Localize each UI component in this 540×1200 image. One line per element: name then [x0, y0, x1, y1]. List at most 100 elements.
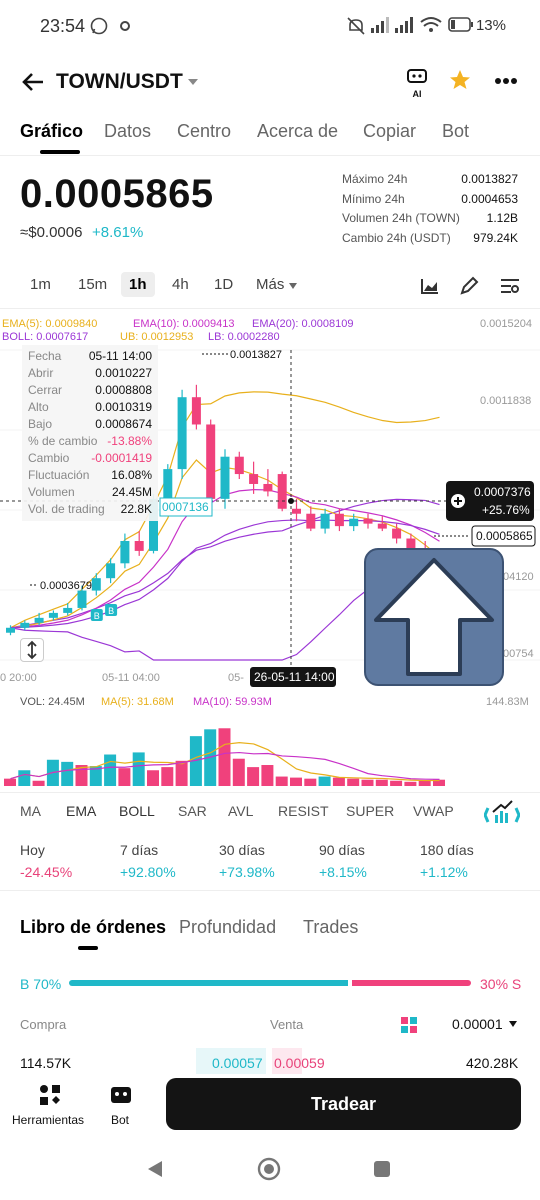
indicator-resist[interactable]: RESIST	[278, 803, 329, 819]
candle-body[interactable]	[377, 523, 387, 529]
candle-body[interactable]	[77, 590, 87, 608]
pair-title[interactable]: TOWN/USDT	[56, 70, 183, 94]
candle-body[interactable]	[48, 612, 58, 618]
tab-grafico[interactable]: Gráfico	[20, 121, 83, 142]
volume-bar[interactable]	[132, 752, 145, 786]
volume-bar[interactable]	[61, 761, 74, 786]
chart-resize-handle[interactable]	[20, 638, 44, 662]
indicator-vwap[interactable]: VWAP	[413, 803, 454, 819]
volume-bar[interactable]	[304, 778, 317, 786]
ai-indicator-icon[interactable]	[484, 798, 520, 832]
tab-orderbook[interactable]: Libro de órdenes	[20, 917, 166, 938]
candle-body[interactable]	[6, 627, 15, 633]
volume-bar[interactable]	[361, 779, 374, 786]
indicator-ma[interactable]: MA	[20, 803, 41, 819]
volume-bar[interactable]	[404, 781, 417, 786]
volume-bar[interactable]	[261, 765, 274, 786]
interval-4h[interactable]: 4h	[172, 276, 189, 293]
sell-price[interactable]: 0.00059	[274, 1055, 325, 1071]
volume-bar[interactable]	[247, 767, 260, 786]
indicator-super[interactable]: SUPER	[346, 803, 394, 819]
candle-body[interactable]	[120, 540, 130, 564]
precision-select[interactable]: 0.00001	[452, 1016, 503, 1032]
tab-copiar[interactable]: Copiar	[363, 121, 416, 142]
orderbook-layout-icon[interactable]	[401, 1017, 417, 1033]
candle-body[interactable]	[206, 424, 216, 499]
interval-15m[interactable]: 15m	[78, 276, 107, 293]
candle-body[interactable]	[406, 538, 416, 549]
tab-acerca[interactable]: Acerca de	[257, 121, 338, 142]
tab-trades[interactable]: Trades	[303, 917, 358, 938]
candle-body[interactable]	[220, 456, 230, 499]
volume-bar[interactable]	[32, 780, 45, 786]
ai-assistant-button[interactable]: AI	[404, 68, 430, 99]
candle-body[interactable]	[34, 617, 44, 623]
indicator-avl[interactable]: AVL	[228, 803, 253, 819]
interval-1m[interactable]: 1m	[30, 276, 51, 293]
more-menu-icon[interactable]	[494, 77, 518, 85]
volume-bar[interactable]	[390, 780, 403, 786]
nav-back-icon[interactable]	[146, 1159, 164, 1179]
volume-bar[interactable]	[161, 767, 174, 786]
candle-body[interactable]	[263, 483, 273, 492]
interval-more[interactable]: Más	[256, 276, 284, 293]
volume-bar[interactable]	[104, 754, 117, 786]
volume-bar[interactable]	[18, 770, 31, 786]
candle-body[interactable]	[306, 513, 316, 529]
candle-body[interactable]	[191, 397, 201, 425]
nav-home-icon[interactable]	[257, 1157, 281, 1181]
candle-body[interactable]	[292, 508, 301, 514]
candle-body[interactable]	[20, 622, 30, 628]
volume-bar[interactable]	[290, 777, 302, 786]
tab-centro[interactable]: Centro	[177, 121, 231, 142]
volume-bar[interactable]	[232, 758, 245, 786]
candle-body[interactable]	[334, 513, 344, 527]
candle-body[interactable]	[134, 540, 144, 551]
bot-button[interactable]: Bot	[105, 1081, 139, 1135]
volume-bar[interactable]	[318, 776, 331, 786]
volume-bar[interactable]	[275, 776, 288, 786]
caret-down-icon[interactable]	[187, 77, 199, 87]
volume-bar[interactable]	[218, 728, 231, 786]
candle-body[interactable]	[106, 563, 116, 579]
tab-datos[interactable]: Datos	[104, 121, 151, 142]
tab-bot[interactable]: Bot	[442, 121, 469, 142]
volume-bar[interactable]	[332, 777, 345, 786]
indicator-boll[interactable]: BOLL	[119, 803, 155, 819]
back-arrow-icon[interactable]	[22, 72, 44, 92]
interval-1h[interactable]: 1h	[121, 272, 155, 297]
volume-bar[interactable]	[175, 760, 188, 786]
nav-recents-icon[interactable]	[373, 1160, 391, 1178]
indicator-settings-icon[interactable]	[499, 277, 521, 295]
tools-button[interactable]: Herramientas	[10, 1081, 90, 1135]
candle-body[interactable]	[63, 607, 73, 613]
volume-bar[interactable]	[347, 778, 360, 786]
candle-body[interactable]	[249, 474, 259, 484]
candle-body[interactable]	[349, 518, 359, 527]
candle-body[interactable]	[163, 469, 173, 499]
volume-chart[interactable]: VOL: 24.45M MA(5): 31.68M MA(10): 59.93M…	[0, 690, 540, 790]
volume-bar[interactable]	[147, 770, 159, 786]
interval-1d[interactable]: 1D	[214, 276, 233, 293]
volume-bar[interactable]	[418, 780, 431, 786]
buy-price[interactable]: 0.00057	[212, 1055, 263, 1071]
candle-body[interactable]	[392, 528, 402, 539]
volume-bar[interactable]	[375, 779, 388, 786]
candle-body[interactable]	[234, 456, 244, 475]
indicator-sar[interactable]: SAR	[178, 803, 207, 819]
candle-body[interactable]	[363, 518, 373, 524]
precision-caret-icon[interactable]	[508, 1020, 518, 1028]
more-caret-icon[interactable]	[288, 282, 298, 290]
volume-bar[interactable]	[4, 778, 16, 786]
chart-style-icon[interactable]	[420, 277, 440, 295]
candle-body[interactable]	[91, 578, 101, 591]
star-favorite-icon[interactable]	[448, 68, 472, 92]
tab-depth[interactable]: Profundidad	[179, 917, 276, 938]
candle-body[interactable]	[177, 397, 187, 470]
trade-button[interactable]: Tradear	[166, 1078, 521, 1130]
candle-body[interactable]	[320, 513, 330, 529]
draw-tool-icon[interactable]	[459, 276, 481, 296]
volume-bar[interactable]	[118, 768, 131, 786]
indicator-ema[interactable]: EMA	[66, 803, 96, 819]
candle-body[interactable]	[277, 474, 287, 509]
